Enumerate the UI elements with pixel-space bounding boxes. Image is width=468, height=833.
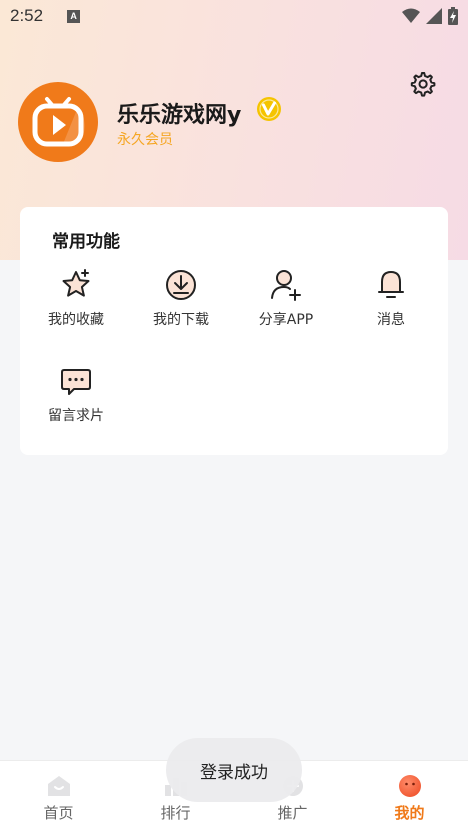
settings-gear-icon[interactable] (408, 70, 436, 98)
tab-profile[interactable]: 我的 (351, 761, 468, 833)
download-icon (166, 270, 196, 300)
username: 乐乐游戏网y (117, 103, 242, 128)
toast-message: 登录成功 (166, 738, 302, 802)
add-user-icon (271, 270, 301, 301)
signal-icon (426, 8, 442, 24)
tab-promote-label: 推广 (277, 804, 308, 822)
favorites-button[interactable]: 我的收藏 (26, 267, 126, 347)
share-app-button[interactable]: 分享APP (236, 267, 336, 347)
request-movie-label: 留言求片 (48, 408, 104, 424)
star-icon (62, 269, 90, 297)
tab-home[interactable]: 首页 (0, 761, 117, 833)
membership-label: 永久会员 (117, 132, 173, 148)
messages-button[interactable]: 消息 (341, 267, 441, 347)
tab-profile-label: 我的 (394, 804, 425, 822)
bell-icon (378, 271, 404, 298)
profile-icon (398, 775, 421, 797)
wifi-icon (402, 8, 420, 23)
downloads-label: 我的下载 (153, 312, 209, 328)
status-time: 2:52 (10, 6, 44, 25)
card-title: 常用功能 (52, 232, 120, 252)
status-bar: 2:52 A (0, 0, 468, 32)
home-icon (47, 776, 70, 796)
avatar[interactable] (18, 82, 98, 162)
favorites-label: 我的收藏 (48, 312, 104, 328)
messages-label: 消息 (377, 312, 405, 328)
share-app-label: 分享APP (258, 312, 314, 328)
vip-badge-icon (257, 97, 281, 121)
common-functions-card: 常用功能 我的收藏 我的下载 分享APP 消息 留言求片 (20, 207, 448, 455)
battery-icon (448, 7, 458, 25)
downloads-button[interactable]: 我的下载 (131, 267, 231, 347)
request-movie-button[interactable]: 留言求片 (26, 363, 126, 443)
message-icon (61, 369, 91, 395)
tab-home-label: 首页 (43, 804, 74, 822)
notification-icon: A (67, 9, 81, 23)
tab-ranking-label: 排行 (160, 804, 191, 822)
status-icons (402, 7, 458, 25)
